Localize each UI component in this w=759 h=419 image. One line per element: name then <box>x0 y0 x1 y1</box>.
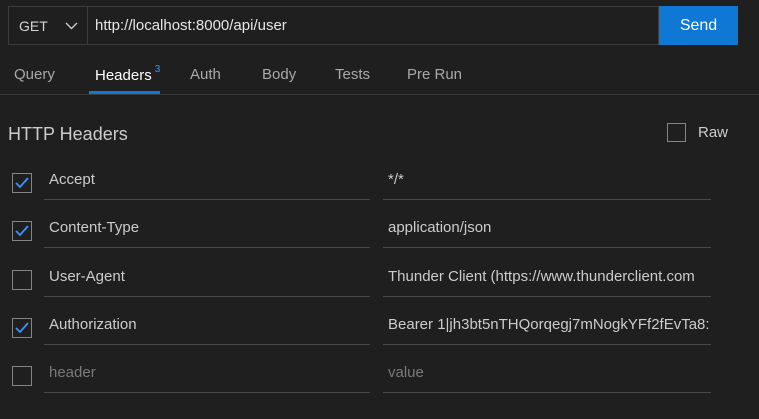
send-button[interactable]: Send <box>659 6 738 45</box>
method-select[interactable]: GET <box>8 6 87 45</box>
header-row: Authorization Bearer 1|jh3bt5nTHQorqegj7… <box>0 305 759 353</box>
header-enabled-checkbox[interactable] <box>12 173 32 193</box>
checkmark-icon <box>15 322 29 334</box>
raw-label: Raw <box>698 124 729 141</box>
tab-label: Auth <box>190 66 221 83</box>
header-value-input[interactable]: Thunder Client (https://www.thunderclien… <box>383 257 711 297</box>
header-enabled-checkbox[interactable] <box>12 221 32 241</box>
new-header-key-input[interactable]: header <box>44 353 370 393</box>
tab-tests[interactable]: Tests <box>335 66 370 83</box>
tab-label: Tests <box>335 66 371 83</box>
chevron-down-icon <box>65 22 78 30</box>
tab-pre-run[interactable]: Pre Run <box>407 66 462 83</box>
header-enabled-checkbox[interactable] <box>12 318 32 338</box>
raw-checkbox[interactable] <box>667 123 686 142</box>
new-header-row: header value <box>0 353 759 401</box>
header-enabled-checkbox[interactable] <box>12 270 32 290</box>
tab-label: Headers <box>95 67 152 84</box>
tab-label: Body <box>262 66 297 83</box>
tab-query[interactable]: Query <box>14 66 55 83</box>
header-key-input[interactable]: Content-Type <box>44 208 370 248</box>
header-value-input[interactable]: */* <box>383 160 711 200</box>
active-tab-indicator <box>89 91 160 94</box>
request-panel: GET http://localhost:8000/api/user Send … <box>0 0 759 419</box>
tab-label: Pre Run <box>407 66 463 83</box>
header-value-input[interactable]: application/json <box>383 208 711 248</box>
tab-auth[interactable]: Auth <box>190 66 221 83</box>
new-header-value-input[interactable]: value <box>383 353 711 393</box>
raw-toggle[interactable]: Raw <box>667 123 728 142</box>
headers-count-badge: 3 <box>154 64 161 75</box>
section-title: HTTP Headers <box>8 124 128 144</box>
header-row: Content-Type application/json <box>0 208 759 256</box>
tab-headers[interactable]: Headers 3 <box>95 64 161 84</box>
url-input[interactable]: http://localhost:8000/api/user <box>87 6 659 45</box>
method-label: GET <box>19 17 48 34</box>
header-key-input[interactable]: Authorization <box>44 305 370 345</box>
header-enabled-checkbox[interactable] <box>12 366 32 386</box>
header-row: Accept */* <box>0 160 759 208</box>
url-bar: GET http://localhost:8000/api/user Send <box>8 6 738 45</box>
request-tabs: Query Headers 3 Auth Body Tests Pre Run <box>0 56 759 95</box>
header-key-input[interactable]: User-Agent <box>44 257 370 297</box>
tab-label: Query <box>14 66 55 83</box>
checkmark-icon <box>15 177 29 189</box>
tab-body[interactable]: Body <box>262 66 296 83</box>
header-row: User-Agent Thunder Client (https://www.t… <box>0 257 759 305</box>
checkmark-icon <box>15 225 29 237</box>
header-key-input[interactable]: Accept <box>44 160 370 200</box>
header-value-input[interactable]: Bearer 1|jh3bt5nTHQorqegj7mNogkYFf2fEvTa… <box>383 305 711 345</box>
